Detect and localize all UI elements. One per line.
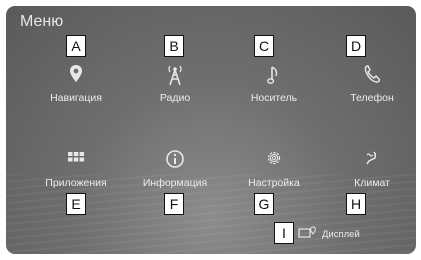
callout-c: C [254,35,274,57]
menu-title: Меню [20,13,64,30]
apps-label: Приложения [45,177,107,189]
navigation-pin-icon [26,64,126,88]
callout-h: H [346,193,366,215]
settings-button[interactable]: Настройка [224,149,324,195]
settings-gear-icon [224,149,324,173]
callout-g: G [254,193,274,215]
climate-button[interactable]: Климат [322,149,416,195]
callout-f: F [164,193,184,215]
media-button[interactable]: Носитель [224,64,324,110]
display-button[interactable]: Дисплей [298,225,360,243]
apps-grid-icon [26,149,126,173]
callout-e: E [66,193,86,215]
callout-a: A [66,35,86,57]
display-label: Дисплей [322,228,360,240]
radio-button[interactable]: Радио [125,64,225,110]
navigation-button[interactable]: Навигация [26,64,126,110]
media-label: Носитель [250,92,298,104]
radio-tower-icon [125,64,225,88]
phone-icon [322,64,416,88]
climate-label: Климат [354,177,390,189]
navigation-label: Навигация [50,92,102,104]
phone-label: Телефон [350,92,394,104]
music-note-icon [224,64,324,88]
info-icon [125,149,225,173]
apps-button[interactable]: Приложения [26,149,126,195]
phone-button[interactable]: Телефон [322,64,416,110]
radio-label: Радио [159,92,191,104]
callout-d: D [346,35,366,57]
info-button[interactable]: Информация [125,149,225,195]
info-label: Информация [142,177,208,189]
settings-label: Настройка [248,177,300,189]
callout-b: B [164,35,184,57]
climate-seat-icon [322,149,416,173]
display-icon [298,225,318,243]
callout-i: I [274,222,294,244]
